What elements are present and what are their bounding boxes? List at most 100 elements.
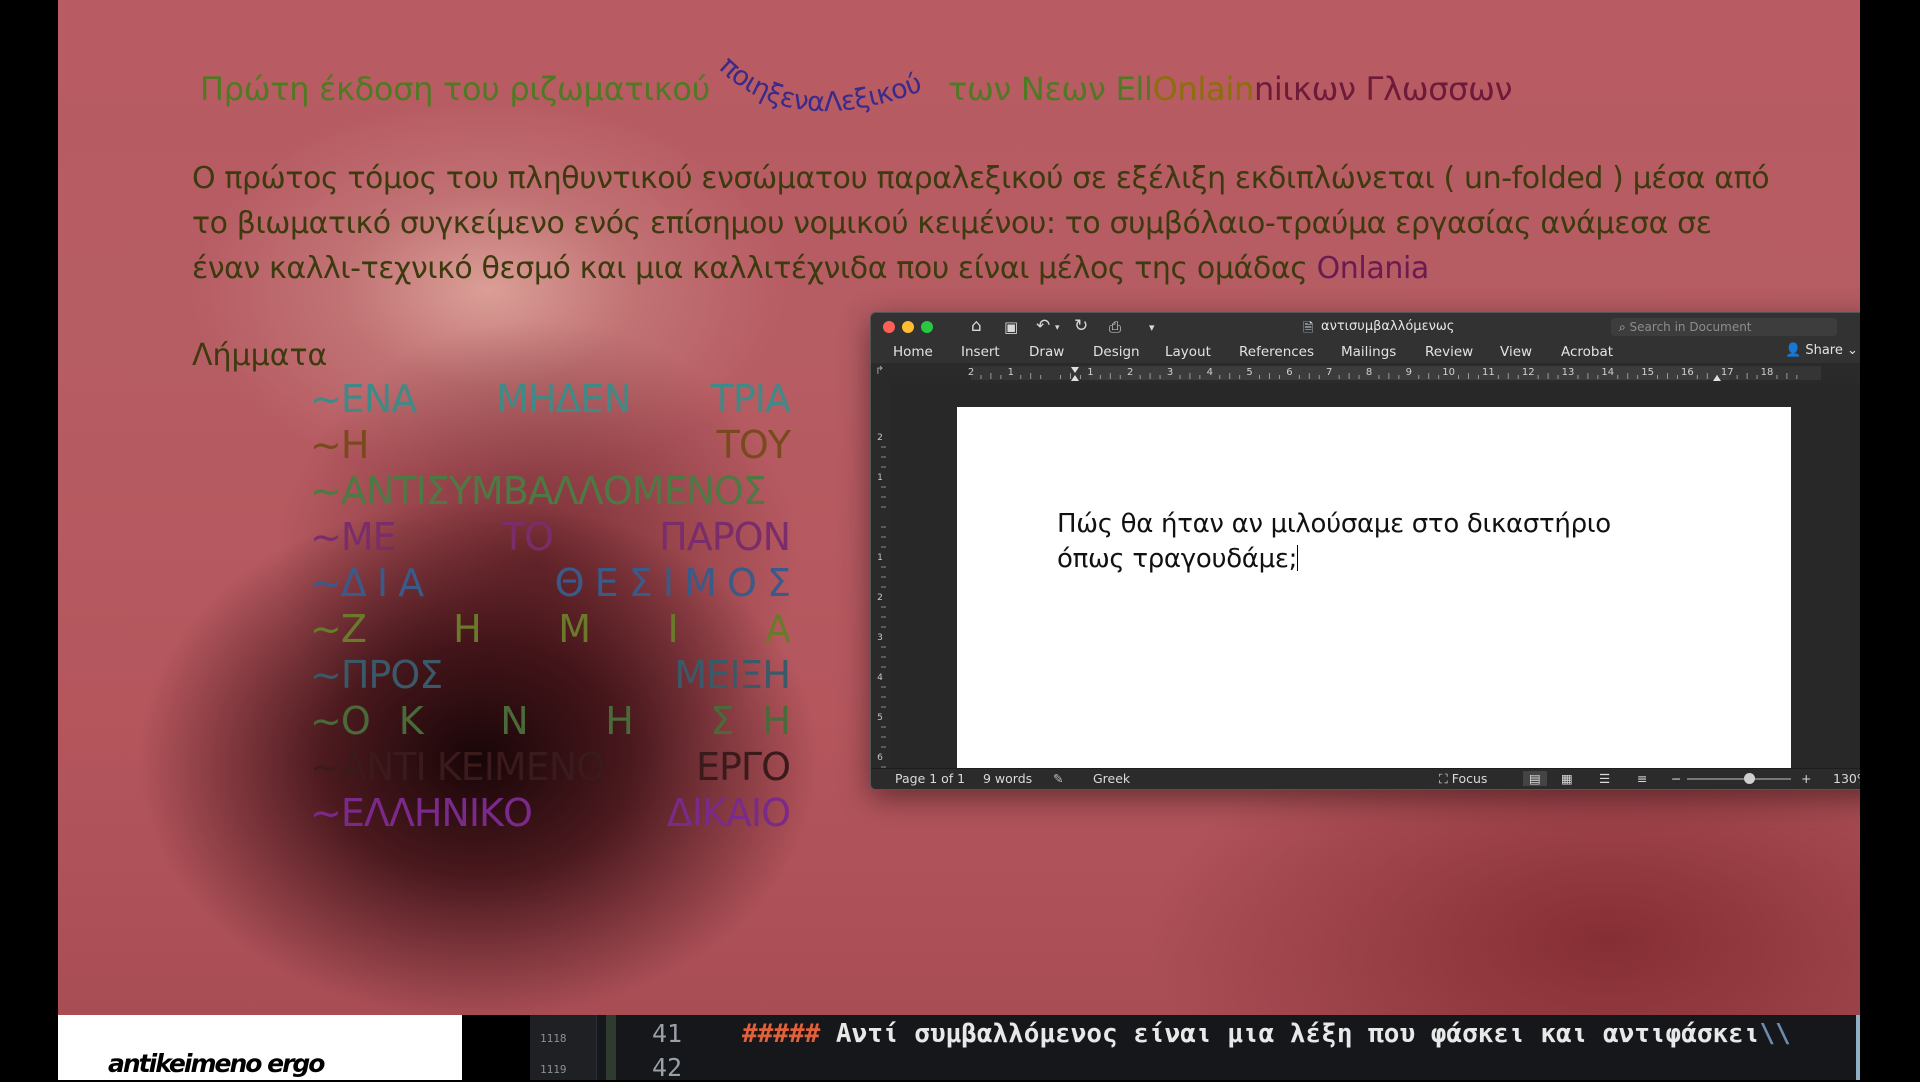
- draft-icon[interactable]: ≡: [1637, 771, 1647, 786]
- lemma-word: ΔΙΚΑΙΟ: [666, 791, 791, 835]
- vertical-ruler-ticks: 2 1 1 2 3 4 5 6: [877, 433, 886, 788]
- vruler-number: 6: [877, 753, 883, 763]
- zoom-out-button[interactable]: −: [1671, 771, 1681, 786]
- title-bar: ⌂ ▣ ↶ ▾ ↻ ⎙ ▾ 🗎 αντισυμβαλλόμενως ⌕ Sear…: [871, 313, 1860, 341]
- lemma-row: ~ΕΝΑ ΜΗΔΕΝ ΤΡΙΑ: [310, 376, 791, 422]
- tab-design[interactable]: Design: [1093, 344, 1140, 360]
- save-icon[interactable]: ▣: [1004, 318, 1018, 336]
- intro-paragraph-text: Ο πρώτος τόμος του πληθυντικού ενσώματου…: [192, 161, 1770, 286]
- tab-review[interactable]: Review: [1425, 344, 1473, 360]
- close-window-button[interactable]: [883, 321, 895, 333]
- thumbnail-panel: antikeimeno ergo: [58, 1015, 462, 1080]
- right-indent-marker: [1713, 375, 1721, 381]
- language-indicator[interactable]: Greek: [1093, 771, 1130, 786]
- ruler-number: 10: [1442, 367, 1455, 378]
- headline-right: των Νεων EllOnlainniικων Γλωσσων: [948, 70, 1513, 108]
- svg-text:ποιηξεναΛεξικού: ποιηξεναΛεξικού: [713, 50, 925, 118]
- tab-layout[interactable]: Layout: [1165, 344, 1211, 360]
- ruler-number: 4: [1207, 367, 1213, 378]
- vruler-number: 4: [877, 673, 883, 683]
- lemma-word: ΤΡΙΑ: [710, 377, 791, 421]
- ruler-number: 1: [1008, 367, 1014, 378]
- web-layout-icon[interactable]: ▦: [1561, 771, 1573, 786]
- document-title: αντισυμβαλλόμενως: [1321, 319, 1455, 334]
- onlania-highlight: Onlania: [1316, 251, 1430, 286]
- outline-icon[interactable]: ☰: [1599, 771, 1610, 786]
- ruler-number: 15: [1641, 367, 1654, 378]
- lemma-word: Η Μ Ι: [453, 607, 679, 651]
- lemma-word: ΠΑΡΟΝ: [659, 515, 791, 559]
- vruler-number: 2: [877, 593, 883, 603]
- ruler-number: 8: [1366, 367, 1372, 378]
- lemmas-list: ~ΕΝΑ ΜΗΔΕΝ ΤΡΙΑ ~Η ΤΟΥ ~ΑΝΤΙΣΥΜΒΑΛΛΟΜΕΝΟΣ ~…: [310, 376, 791, 836]
- lemma-row: ~ΜΕ ΤΟ ΠΑΡΟΝ: [310, 514, 791, 560]
- focus-button[interactable]: ⛶ Focus: [1439, 771, 1487, 787]
- lemmas-heading: Λήμματα: [192, 338, 328, 373]
- lemma-word: ~ΠΡΟΣ: [310, 653, 443, 697]
- print-layout-icon[interactable]: ▤: [1523, 771, 1547, 786]
- ruler-number: 7: [1326, 367, 1332, 378]
- word-count[interactable]: 9 words: [983, 771, 1032, 786]
- more-icon[interactable]: ▾: [1149, 321, 1155, 334]
- zoom-slider-handle[interactable]: [1744, 773, 1756, 784]
- spelling-icon[interactable]: ✎: [1053, 771, 1063, 786]
- print-icon[interactable]: ⎙: [1109, 318, 1121, 336]
- page-count[interactable]: Page 1 of 1: [895, 771, 965, 786]
- undo-icon[interactable]: ↶: [1036, 316, 1050, 336]
- document-icon: 🗎: [1303, 321, 1314, 336]
- vruler-number: 1: [877, 473, 883, 483]
- tab-view[interactable]: View: [1500, 344, 1532, 360]
- ruler-number: 5: [1246, 367, 1252, 378]
- tab-mailings[interactable]: Mailings: [1341, 344, 1396, 360]
- share-label: Share: [1805, 343, 1843, 358]
- word-window: ⌂ ▣ ↶ ▾ ↻ ⎙ ▾ 🗎 αντισυμβαλλόμενως ⌕ Sear…: [870, 312, 1860, 790]
- lemma-word: ~ΑΝΤΙΣΥΜΒΑΛΛΟΜΕΝΟΣ: [310, 469, 767, 513]
- zoom-slider[interactable]: [1687, 773, 1791, 784]
- minimize-window-button[interactable]: [902, 321, 914, 333]
- body-line-2: όπως τραγουδάμε;: [1057, 542, 1757, 577]
- lemma-word: Η: [762, 699, 791, 743]
- side-line-number: 1119: [540, 1063, 567, 1076]
- indent-marker: [1071, 367, 1079, 381]
- lemma-word: Α: [765, 607, 791, 651]
- tab-draw[interactable]: Draw: [1029, 344, 1064, 360]
- tab-insert[interactable]: Insert: [961, 344, 1000, 360]
- search-input[interactable]: ⌕ Search in Document: [1611, 318, 1837, 336]
- ruler-number: 11: [1482, 367, 1495, 378]
- lemma-word: ΜΕΙΞΗ: [674, 653, 791, 697]
- document-page[interactable]: Πώς θα ήταν αν μιλούσαμε στο δικαστήριο …: [957, 407, 1791, 769]
- ruler-ticks: 2 1 1 2 3 4 5 6 7 8 9 10 11 12 13 14 15 16 17 18: [968, 367, 1798, 381]
- undo-dropdown-icon[interactable]: ▾: [1055, 323, 1060, 333]
- lemma-word: ~ΕΝΑ: [310, 377, 417, 421]
- lemma-word: Κ Ν Η Σ: [398, 699, 735, 743]
- headline-left: Πρώτη έκδοση του ριζωματικού: [200, 70, 710, 108]
- thumbnail-text: antikeimeno ergo: [108, 1049, 325, 1078]
- focus-label: Focus: [1451, 771, 1488, 786]
- code-line-41[interactable]: ##### Αντί συμβαλλόμενος είναι μια λέξη …: [742, 1019, 1791, 1049]
- ruler-number: 2: [1127, 367, 1133, 378]
- ruler-number: 13: [1562, 367, 1575, 378]
- search-icon: ⌕: [1619, 320, 1630, 334]
- zoom-level[interactable]: 130%: [1833, 771, 1860, 786]
- lemma-word: ~ΕΛΛΗΝΙΚΟ: [310, 791, 533, 835]
- lemma-word: ΤΟ: [501, 515, 554, 559]
- vruler-number: 1: [877, 553, 883, 563]
- lemma-word: ~Η: [310, 423, 369, 467]
- ruler-number: 16: [1681, 367, 1694, 378]
- window-edge: [1856, 1015, 1860, 1080]
- tab-acrobat[interactable]: Acrobat: [1561, 344, 1613, 360]
- ruler-number: 6: [1286, 367, 1292, 378]
- share-icon: 👤: [1785, 343, 1802, 358]
- lemma-row: ~ΑΝΤΙ ΚΕΙΜΕΝΟ ΕΡΓΟ: [310, 744, 791, 790]
- ruler-number: 3: [1167, 367, 1173, 378]
- tab-references[interactable]: References: [1239, 344, 1314, 360]
- document-body[interactable]: Πώς θα ήταν αν μιλούσαμε στο δικαστήριο …: [1057, 507, 1757, 577]
- redo-icon[interactable]: ↻: [1074, 316, 1088, 336]
- home-icon[interactable]: ⌂: [971, 316, 982, 336]
- ruler-number: 17: [1721, 367, 1734, 378]
- share-button[interactable]: 👤 Share ⌄: [1785, 343, 1858, 358]
- lemma-row: ~Δ Ι Α Θ Ε Σ Ι Μ Ο Σ: [310, 560, 791, 606]
- maximize-window-button[interactable]: [921, 321, 933, 333]
- zoom-in-button[interactable]: +: [1801, 771, 1811, 786]
- tab-home[interactable]: Home: [893, 344, 933, 360]
